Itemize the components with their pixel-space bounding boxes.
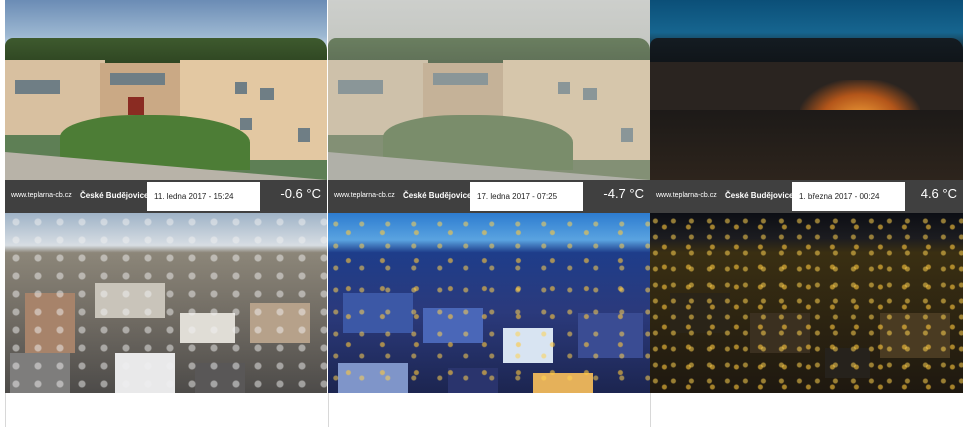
temperature: -4.7 °C [603,186,644,201]
webcam-info-bar: www.teplarna-cb.cz České Budějovice 1. b… [650,180,963,213]
empty-panel [5,393,328,427]
empty-panel [328,393,651,427]
courtyard-photo-day[interactable] [5,0,327,180]
city-name: České Budějovice [725,191,794,200]
courtyard-scene [650,0,963,180]
timestamp: 17. ledna 2017 - 07:25 [470,182,583,211]
courtyard-photo-fog[interactable] [328,0,650,180]
site-url[interactable]: www.teplarna-cb.cz [334,192,395,199]
webcam-info-bar: www.teplarna-cb.cz České Budějovice 11. … [5,180,327,213]
city-photo-day[interactable] [5,213,327,393]
site-url[interactable]: www.teplarna-cb.cz [11,192,72,199]
timestamp: 11. ledna 2017 - 15:24 [147,182,260,211]
site-url[interactable]: www.teplarna-cb.cz [656,192,717,199]
city-name: České Budějovice [403,191,472,200]
empty-panel [650,393,963,427]
courtyard-scene [5,0,327,180]
city-name: České Budějovice [80,191,149,200]
courtyard-scene [328,0,650,180]
courtyard-photo-night[interactable] [650,0,963,180]
webcam-info-bar: www.teplarna-cb.cz České Budějovice 17. … [328,180,650,213]
temperature: 4.6 °C [920,186,957,201]
timestamp: 1. března 2017 - 00:24 [792,182,905,211]
temperature: -0.6 °C [280,186,321,201]
city-photo-dusk[interactable] [328,213,650,393]
webcam-grid: www.teplarna-cb.cz České Budějovice 11. … [5,0,963,427]
city-photo-night[interactable] [650,213,963,393]
